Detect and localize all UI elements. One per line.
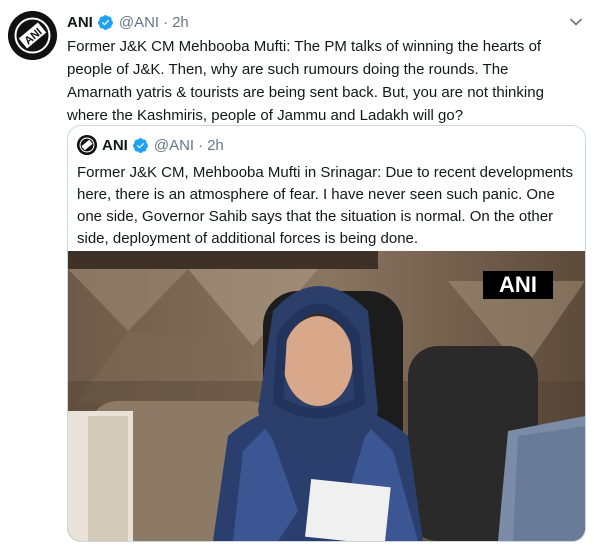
press-conference-photo: ANI	[68, 251, 585, 541]
ani-logo-icon	[77, 135, 97, 155]
tweet: ANI ANI @ANI · 2h Former J&K CM Mehbooba…	[0, 0, 594, 546]
quoted-tweet-header: ANI @ANI · 2h	[77, 135, 224, 155]
tweet-text: Former J&K CM Mehbooba Mufti: The PM tal…	[67, 38, 544, 124]
verified-badge-icon	[132, 137, 148, 153]
author-handle[interactable]: @ANI	[119, 14, 159, 31]
separator-dot: ·	[163, 13, 169, 31]
author-name[interactable]: ANI	[67, 14, 93, 31]
quoted-author-handle: @ANI	[153, 136, 195, 154]
ani-logo-icon: ANI	[8, 11, 57, 60]
chevron-down-icon[interactable]	[568, 14, 584, 30]
tweet-timestamp[interactable]: 2h	[172, 14, 189, 31]
tweet-header: ANI @ANI · 2h	[67, 11, 189, 33]
author-avatar[interactable]: ANI	[8, 11, 57, 60]
quoted-timestamp: 2h	[207, 136, 224, 154]
verified-badge-icon	[97, 14, 113, 30]
quoted-author-name: ANI	[102, 136, 128, 154]
separator-dot: ·	[198, 136, 204, 154]
quoted-tweet-photo[interactable]: ANI	[68, 251, 585, 541]
quoted-author-avatar	[77, 135, 97, 155]
quoted-tweet-text: Former J&K CM, Mehbooba Mufti in Srinaga…	[77, 164, 574, 247]
quoted-tweet[interactable]: ANI @ANI · 2h Former J&K CM, Mehbooba Mu…	[67, 125, 586, 542]
ani-watermark: ANI	[499, 272, 537, 297]
